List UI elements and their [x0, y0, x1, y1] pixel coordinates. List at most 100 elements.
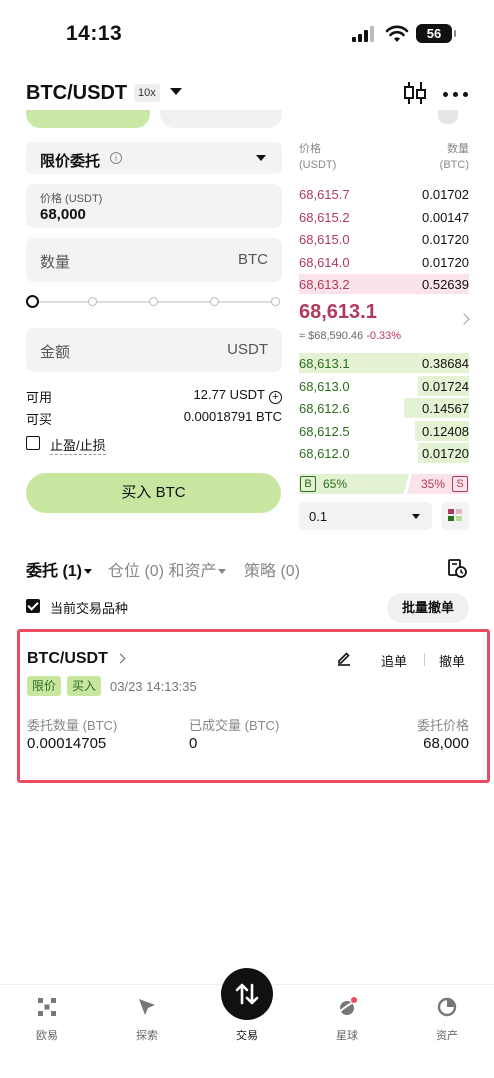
margin-toggle[interactable] — [438, 110, 458, 124]
bid-qty: 0.01720 — [422, 446, 469, 461]
price-input[interactable]: 价格 (USDT) 68,000 — [26, 184, 282, 228]
bid-price: 68,612.6 — [299, 401, 350, 416]
info-icon[interactable]: i — [110, 152, 122, 164]
order-type-select[interactable]: 限价委托 i — [26, 142, 282, 174]
bid-qty: 0.01724 — [422, 378, 469, 394]
bid-price: 68,612.0 — [299, 446, 350, 461]
available-label: 可用 — [26, 390, 53, 405]
available-row: 可用 12.77 USDT + — [26, 387, 282, 405]
ask-qty: 0.01720 — [422, 254, 469, 270]
cancel-order-button[interactable]: 撤单 — [439, 651, 465, 670]
trade-fab-button[interactable] — [221, 968, 273, 1020]
price-column-header: 价格 (USDT) — [299, 141, 336, 173]
orders-tabs: 委托 (1) 仓位 (0) 和资产 策略 (0) — [26, 557, 470, 581]
slider-stop-100[interactable] — [271, 297, 280, 306]
orderbook-header: 价格 (USDT) 数量 (BTC) — [299, 141, 469, 173]
planet-icon — [337, 997, 357, 1015]
depth-precision-select[interactable]: 0.1 — [299, 502, 432, 530]
orderbook-layout-icon[interactable] — [441, 502, 469, 530]
slider-stop-50[interactable] — [149, 297, 158, 306]
depth-value: 0.1 — [309, 509, 328, 524]
candlestick-chart-icon[interactable] — [403, 80, 427, 106]
ask-row[interactable]: 68,615.0 0.01720 — [299, 229, 469, 249]
bid-qty: 0.12408 — [422, 423, 469, 439]
pair-title[interactable]: BTC/USDT — [26, 82, 127, 105]
tpsl-label: 止盈/止损 — [50, 435, 106, 455]
cellular-signal-icon — [352, 26, 376, 42]
nav-explore[interactable]: 探索 — [117, 997, 177, 1045]
can-buy-value: 0.00018791 BTC — [183, 409, 282, 424]
tab-strategies[interactable]: 策略 (0) — [244, 557, 300, 581]
caret-down-icon — [218, 569, 227, 574]
leverage-badge[interactable]: 10x — [134, 84, 160, 102]
caret-down-icon — [412, 514, 420, 519]
bid-qty: 0.14567 — [422, 401, 469, 416]
order-price-value: 68,000 — [423, 735, 469, 752]
amount-slider[interactable] — [26, 294, 280, 310]
slider-stop-75[interactable] — [210, 297, 219, 306]
price-label: 价格 (USDT) — [40, 193, 103, 205]
order-pair[interactable]: BTC/USDT — [27, 650, 108, 668]
amount-input[interactable]: 金额 USDT — [26, 328, 282, 372]
bid-row[interactable]: 68,612.5 0.12408 — [299, 420, 469, 441]
okx-logo-icon — [38, 998, 56, 1016]
ask-qty: 0.00147 — [422, 209, 469, 225]
checkbox[interactable] — [26, 436, 40, 450]
ask-price: 68,613.2 — [299, 277, 350, 292]
more-options-icon[interactable] — [443, 92, 469, 98]
tab-open-orders[interactable]: 委托 (1) — [26, 557, 93, 581]
caret-down-icon[interactable] — [170, 88, 182, 95]
order-type-badge: 限价 — [27, 676, 62, 696]
ask-price: 68,615.2 — [299, 209, 350, 225]
checkbox-checked[interactable] — [26, 599, 40, 613]
caret-down-icon — [256, 155, 266, 161]
wifi-icon — [385, 25, 409, 42]
ask-row[interactable]: 68,615.7 0.01702 — [299, 184, 469, 204]
quantity-input[interactable]: 数量 BTC — [26, 238, 282, 282]
nav-okx[interactable]: 欧易 — [17, 997, 77, 1045]
chase-order-button[interactable]: 追单 — [381, 651, 407, 670]
order-qty-value: 0.00014705 — [27, 735, 107, 752]
chevron-right-icon[interactable] — [115, 653, 126, 664]
ask-row[interactable]: 68,614.0 0.01720 — [299, 252, 469, 272]
available-value-wrap: 12.77 USDT + — [193, 387, 282, 404]
ask-row[interactable]: 68,615.2 0.00147 — [299, 207, 469, 227]
trade-swap-icon — [235, 983, 259, 1005]
tab-positions-assets[interactable]: 仓位 (0) 和资产 — [108, 557, 227, 581]
slider-knob[interactable] — [26, 295, 39, 308]
ask-row[interactable]: 68,613.2 0.52639 — [299, 274, 469, 294]
slider-stop-25[interactable] — [88, 297, 97, 306]
bid-qty: 0.38684 — [422, 356, 469, 371]
bid-row[interactable]: 68,613.1 0.38684 — [299, 353, 469, 373]
bid-row[interactable]: 68,612.6 0.14567 — [299, 398, 469, 418]
cancel-all-button[interactable]: 批量撤单 — [387, 593, 469, 623]
order-filled-value: 0 — [189, 735, 198, 752]
price-change: -0.33% — [366, 330, 402, 342]
chevron-right-icon[interactable] — [458, 313, 470, 325]
current-pair-label: 当前交易品种 — [50, 601, 129, 616]
nav-trade-label: 交易 — [236, 1030, 258, 1042]
nav-assets[interactable]: 资产 — [417, 997, 477, 1045]
nav-planet-label: 星球 — [336, 1030, 358, 1042]
can-buy-label: 可买 — [26, 412, 53, 427]
battery-icon: 56 — [416, 24, 456, 43]
ask-qty: 0.52639 — [422, 277, 469, 292]
bid-price: 68,613.1 — [299, 356, 350, 371]
usd-price: ≈ $68,590.46 — [299, 330, 364, 342]
tab-buy[interactable] — [26, 110, 150, 128]
bid-row[interactable]: 68,612.0 0.01720 — [299, 443, 469, 463]
tab-open-orders-label: 委托 (1) — [26, 563, 83, 580]
sell-tag: S — [452, 476, 468, 492]
add-funds-icon[interactable]: + — [269, 391, 282, 404]
price-value[interactable]: 68,000 — [40, 206, 86, 223]
edit-icon[interactable] — [336, 650, 352, 666]
nav-planet[interactable]: 星球 — [317, 997, 377, 1045]
last-price[interactable]: 68,613.1 — [299, 301, 377, 324]
amount-placeholder: 金额 — [40, 344, 71, 361]
buy-button[interactable]: 买入 BTC — [26, 473, 281, 513]
order-history-icon[interactable] — [447, 558, 467, 578]
tab-sell[interactable] — [160, 110, 282, 128]
compass-icon — [139, 999, 155, 1015]
bid-row[interactable]: 68,613.0 0.01724 — [299, 375, 469, 396]
buy-sell-tabs — [26, 110, 282, 130]
